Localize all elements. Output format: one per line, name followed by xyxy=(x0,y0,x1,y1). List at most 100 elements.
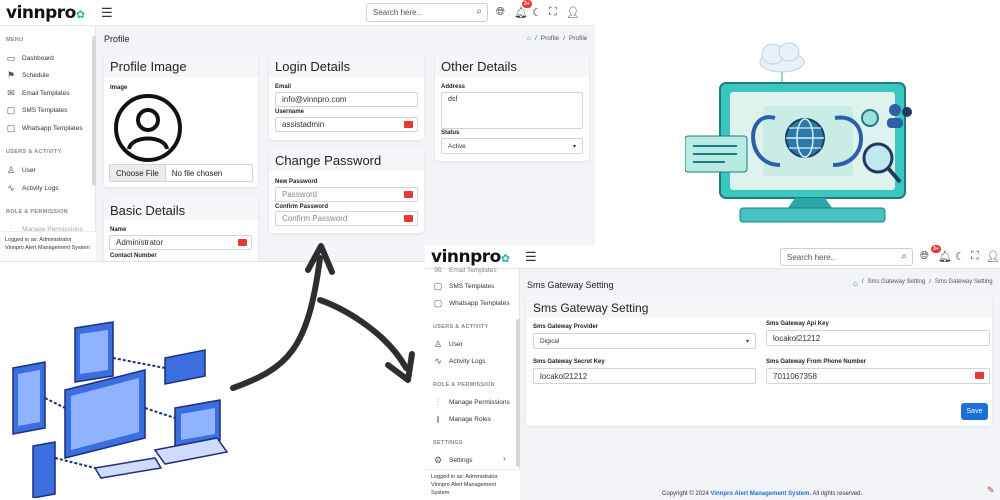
sidebar-heading-settings: SETTINGS xyxy=(433,440,463,446)
mail-icon: ✉ xyxy=(434,265,442,275)
change-password-card: Change Password New Password Password Co… xyxy=(269,147,424,233)
name-label: Name xyxy=(110,227,127,233)
card-title: Sms Gateway Setting xyxy=(533,301,649,315)
sidebar-item-sms-templates[interactable]: ▢ SMS Templates xyxy=(433,281,495,292)
moon-icon[interactable]: ☾ xyxy=(532,6,542,19)
search-icon[interactable]: ⌕ xyxy=(901,251,907,262)
bars-icon[interactable]: ☰ xyxy=(525,249,537,265)
status-select[interactable]: Active ▾ xyxy=(441,138,583,154)
globe-icon[interactable]: 🌐︎ xyxy=(920,250,929,263)
home-icon[interactable]: ⌂ xyxy=(527,35,531,42)
keyboard-base-icon xyxy=(93,457,163,479)
provider-value: Digicel xyxy=(540,337,560,345)
secret-key-value: locakol21212 xyxy=(540,371,588,381)
sidebar-item-user[interactable]: ♙ User xyxy=(6,165,36,176)
address-value: dsf xyxy=(448,96,458,103)
username-field[interactable]: assistadmin xyxy=(275,117,418,132)
confirm-password-label: Confirm Password xyxy=(275,204,329,210)
email-value: info@vinnpro.com xyxy=(282,95,347,104)
chat-icon: ▢ xyxy=(433,281,443,291)
save-button[interactable]: Save xyxy=(961,403,988,420)
system-name-text: Vinnpro Alert Management System xyxy=(5,245,90,251)
sidebar-item-email-templates[interactable]: ✉ Email Templates xyxy=(433,265,496,276)
username-value: assistadmin xyxy=(282,120,325,129)
sidebar-footer: Logged in as: Administrator Vinnpro Aler… xyxy=(0,231,96,261)
phone-value: 7011067358 xyxy=(773,371,817,381)
sidebar-item-whatsapp-templates[interactable]: ▢ Whatsapp Templates xyxy=(6,123,83,134)
user-icon[interactable]: 👤︎ xyxy=(986,250,1000,263)
footer-brand-link[interactable]: Vinnpro Alert Management System. xyxy=(710,491,811,497)
breadcrumb-item[interactable]: Sms Gateway Setting xyxy=(868,279,926,288)
bars-icon[interactable]: ☰ xyxy=(101,5,113,21)
footer-prefix: Copyright © 2024 xyxy=(662,491,709,497)
fullscreen-icon[interactable]: ⛶ xyxy=(549,6,557,19)
sidebar-item-whatsapp-templates[interactable]: ▢ Whatsapp Templates xyxy=(433,298,510,309)
footer-suffix: All rights reserved. xyxy=(812,491,863,497)
key-icon xyxy=(404,215,413,222)
pen-icon: ✎ xyxy=(987,485,995,495)
sliders-icon: ⫶ xyxy=(436,397,440,407)
email-label: Email xyxy=(275,84,292,90)
new-password-field[interactable]: Password xyxy=(275,187,418,202)
new-password-label: New Password xyxy=(275,179,318,185)
choose-file-button[interactable]: Choose File xyxy=(110,165,166,181)
login-details-card: Login Details Email info@vinnpro.com Use… xyxy=(269,53,424,140)
system-name-text: System xyxy=(431,490,450,496)
phone-field[interactable]: 7011067358 xyxy=(766,368,990,384)
top-bar: vinnpro✿ ☰ Search here.. ⌕ 🌐︎ 🔔︎ 3+ ☾ ⛶ … xyxy=(0,0,595,26)
sidebar-item-schedule[interactable]: ⚑ Schedule xyxy=(6,70,49,81)
bell-icon[interactable]: 🔔︎ xyxy=(938,250,952,263)
network-devices-illustration xyxy=(12,321,229,498)
sidebar-item-dashboard[interactable]: ▭ Dashboard xyxy=(6,53,54,64)
sidebar-item-manage-permissions[interactable]: ⫶ Manage Permissions xyxy=(433,397,510,408)
mail-icon: ✉ xyxy=(7,88,15,98)
breadcrumb-item[interactable]: Profile xyxy=(541,35,559,42)
gear-icon: ⚙ xyxy=(433,455,443,465)
provider-label: Sms Gateway Provider xyxy=(533,324,599,330)
sidebar-scrollbar[interactable] xyxy=(92,36,96,186)
sidebar-item-user[interactable]: ♙ User xyxy=(433,339,463,350)
notification-badge: 3+ xyxy=(931,245,941,253)
activity-icon: ∿ xyxy=(434,356,442,366)
home-icon[interactable]: ⌂ xyxy=(853,279,858,288)
status-value: Active xyxy=(448,142,466,150)
avatar-placeholder-icon xyxy=(114,94,182,162)
footer: Copyright © 2024 Vinnpro Alert Managemen… xyxy=(662,491,862,497)
user-icon[interactable]: 👤︎ xyxy=(566,6,580,19)
sidebar-heading-menu: MENU xyxy=(6,37,24,43)
search-input[interactable]: Search here.. ⌕ xyxy=(366,3,488,22)
breadcrumb-item: Sms Gateway Setting xyxy=(934,279,993,285)
sidebar-item-sms-templates[interactable]: ▢ SMS Templates xyxy=(6,105,68,116)
moon-icon[interactable]: ☾ xyxy=(955,250,965,263)
keyboard xyxy=(739,207,886,223)
email-field[interactable]: info@vinnpro.com xyxy=(275,92,418,107)
address-textarea[interactable]: dsf xyxy=(441,92,583,129)
sidebar-item-activity-logs[interactable]: ∿ Activity Logs xyxy=(6,183,58,194)
globe-icon xyxy=(785,118,825,158)
search-icon[interactable]: ⌕ xyxy=(476,6,482,17)
fullscreen-icon[interactable]: ⛶ xyxy=(971,250,979,263)
sidebar-item-manage-roles[interactable]: ⫾ Manage Roles xyxy=(433,414,491,425)
globe-icon[interactable]: 🌐︎ xyxy=(496,6,505,19)
sidebar: ✉ Email Templates ▢ SMS Templates ▢ Whatsap… xyxy=(425,265,520,500)
search-input[interactable]: Search here.. ⌕ xyxy=(780,248,913,266)
file-input[interactable]: Choose File No file chosen xyxy=(109,164,253,182)
monitor-icon: ▭ xyxy=(6,53,16,63)
sidebar-scrollbar[interactable] xyxy=(516,319,520,467)
secret-key-field[interactable]: locakol21212 xyxy=(533,368,756,384)
sidebar-item-settings[interactable]: ⚙ Settings xyxy=(433,455,473,466)
sidebar-item-activity-logs[interactable]: ∿ Activity Logs xyxy=(433,356,485,367)
api-key-field[interactable]: locakol21212 xyxy=(766,330,990,346)
confirm-password-field[interactable]: Confirm Password xyxy=(275,211,418,226)
key-icon xyxy=(404,191,413,198)
flag-icon: ⚑ xyxy=(6,70,16,80)
sidebar-heading-users: USERS & ACTIVITY xyxy=(6,149,62,155)
sidebar-heading-role: ROLE & PERMISSION xyxy=(433,382,495,388)
provider-select[interactable]: Digicel ▾ xyxy=(533,333,756,349)
sidebar-heading-role: ROLE & PERMISSION xyxy=(6,209,68,215)
chevron-down-icon: ▾ xyxy=(572,143,576,150)
sms-gateway-card: Sms Gateway Setting Sms Gateway Provider… xyxy=(526,296,992,426)
sidebar-item-email-templates[interactable]: ✉ Email Templates xyxy=(6,88,69,99)
username-label: Username xyxy=(275,109,305,115)
system-name-text: Vinnpro Alert Management xyxy=(431,482,497,488)
